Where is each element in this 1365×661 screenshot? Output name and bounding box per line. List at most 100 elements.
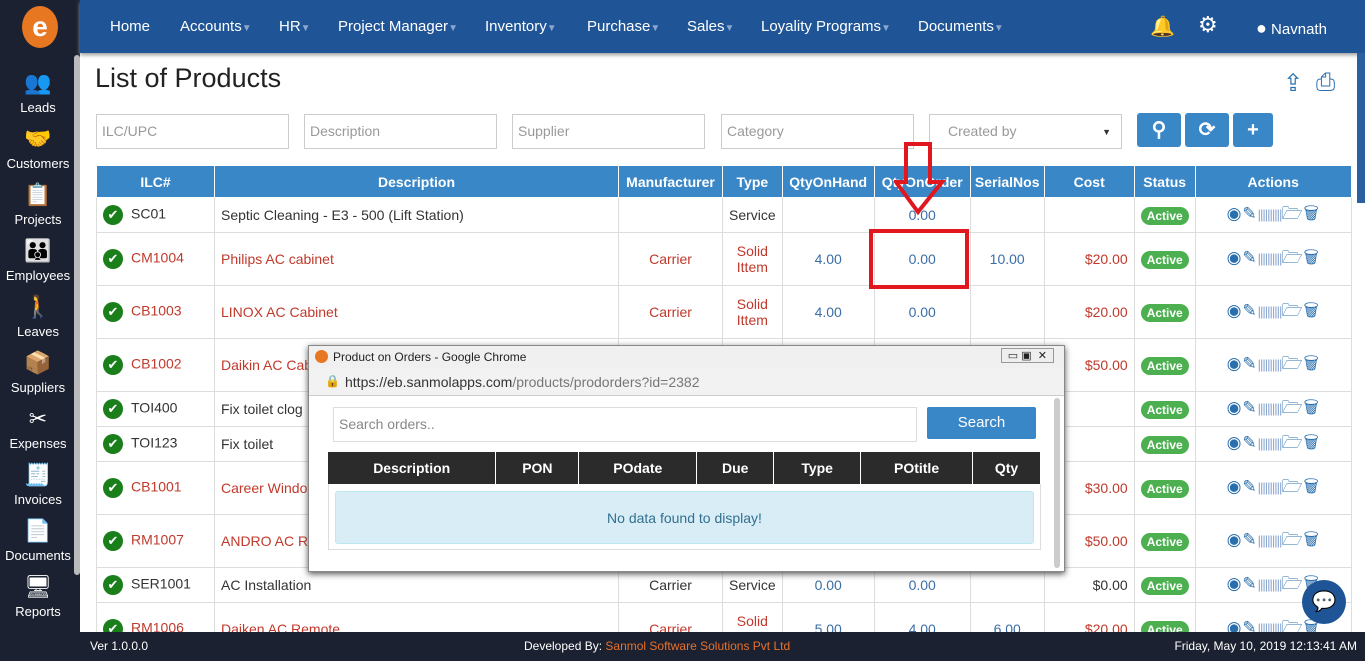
search-button[interactable]: ⚲: [1137, 113, 1181, 147]
table-row[interactable]: ✔ CM1004 Philips AC cabinet Carrier Solid It…: [96, 232, 1352, 286]
view-icon[interactable]: ◉: [1227, 477, 1243, 496]
qty-on-order-cell[interactable]: 4.00: [873, 602, 971, 632]
serial-nos-cell[interactable]: [969, 567, 1045, 603]
view-icon[interactable]: ◉: [1227, 574, 1243, 593]
table-row[interactable]: ✔ RM1006 Daiken AC RemoteCarrierSolid Itte…: [96, 602, 1352, 633]
barcode-print-icon[interactable]: |||||: [1270, 207, 1283, 222]
nav-sales[interactable]: Sales▼: [687, 18, 734, 35]
sidebar-item-employees[interactable]: 👪 Employees: [0, 238, 76, 283]
ilc-cell[interactable]: ✔ SER1001: [96, 567, 215, 603]
orders-column-header[interactable]: PON: [495, 452, 580, 484]
status-badge[interactable]: Active: [1140, 401, 1189, 419]
description-cell[interactable]: Septic Cleaning - E3 - 500 (Lift Station…: [214, 197, 619, 233]
page-scrollbar[interactable]: [1357, 53, 1365, 203]
status-badge[interactable]: Active: [1140, 480, 1189, 498]
barcode-icon[interactable]: |||||: [1258, 357, 1271, 372]
description-cell[interactable]: Philips AC cabinet: [214, 232, 619, 286]
status-badge[interactable]: Active: [1140, 436, 1189, 454]
folder-icon[interactable]: 🗁: [1281, 248, 1303, 267]
chat-button[interactable]: 💬: [1302, 580, 1346, 624]
serial-nos-cell[interactable]: 10.00: [969, 232, 1045, 286]
edit-icon[interactable]: ✎: [1242, 204, 1257, 223]
table-row[interactable]: ✔ SC01 Septic Cleaning - E3 - 500 (Lift St…: [96, 197, 1352, 233]
view-icon[interactable]: ◉: [1227, 354, 1243, 373]
edit-icon[interactable]: ✎: [1242, 477, 1257, 496]
barcode-icon[interactable]: |||||: [1258, 533, 1271, 548]
status-badge[interactable]: Active: [1140, 533, 1189, 551]
edit-icon[interactable]: ✎: [1242, 301, 1257, 320]
refresh-button[interactable]: ⟳: [1185, 113, 1229, 147]
add-button[interactable]: +: [1233, 113, 1273, 147]
orders-column-header[interactable]: Description: [328, 452, 497, 484]
barcode-print-icon[interactable]: |||||: [1270, 251, 1283, 266]
qty-on-order-cell[interactable]: 0.00: [873, 567, 971, 603]
column-header[interactable]: Manufacturer: [618, 165, 723, 198]
nav-hr[interactable]: HR▼: [279, 18, 311, 35]
popup-scrollbar[interactable]: [1054, 398, 1060, 568]
view-icon[interactable]: ◉: [1227, 301, 1243, 320]
status-badge[interactable]: Active: [1140, 621, 1189, 632]
sidebar-item-reports[interactable]: 🖥 Reports: [0, 574, 76, 619]
description-filter-input[interactable]: Description: [304, 114, 497, 149]
trash-icon[interactable]: 🗑: [1304, 301, 1320, 320]
view-icon[interactable]: ◉: [1227, 204, 1243, 223]
sidebar-item-projects[interactable]: 📋 Projects: [0, 182, 76, 227]
ilc-cell[interactable]: ✔ TOI123: [96, 426, 215, 462]
folder-icon[interactable]: 🗁: [1281, 574, 1303, 593]
status-badge[interactable]: Active: [1140, 577, 1189, 595]
view-icon[interactable]: ◉: [1227, 618, 1243, 633]
edit-icon[interactable]: ✎: [1242, 398, 1257, 417]
ilc-cell[interactable]: ✔ RM1007: [96, 514, 215, 568]
column-header[interactable]: Type: [722, 165, 783, 198]
minimize-icon[interactable]: ▭: [1008, 350, 1018, 362]
edit-icon[interactable]: ✎: [1242, 248, 1257, 267]
ilc-cell[interactable]: ✔ CB1003: [96, 285, 215, 339]
barcode-print-icon[interactable]: |||||: [1270, 436, 1283, 451]
barcode-icon[interactable]: |||||: [1258, 207, 1271, 222]
status-badge[interactable]: Active: [1140, 304, 1189, 322]
ilc-filter-input[interactable]: ILC/UPC: [96, 114, 289, 149]
nav-project-manager[interactable]: Project Manager▼: [338, 18, 458, 35]
sidebar-item-customers[interactable]: 🤝 Customers: [0, 126, 76, 171]
barcode-print-icon[interactable]: |||||: [1270, 480, 1283, 495]
sidebar-item-leaves[interactable]: 🚶 Leaves: [0, 294, 76, 339]
ilc-cell[interactable]: ✔ CM1004: [96, 232, 215, 286]
barcode-icon[interactable]: |||||: [1258, 436, 1271, 451]
edit-icon[interactable]: ✎: [1242, 433, 1257, 452]
popup-search-button[interactable]: Search: [927, 407, 1036, 439]
trash-icon[interactable]: 🗑: [1304, 248, 1320, 267]
view-icon[interactable]: ◉: [1227, 248, 1243, 267]
barcode-print-icon[interactable]: |||||: [1270, 401, 1283, 416]
category-filter-input[interactable]: Category: [721, 114, 914, 149]
view-icon[interactable]: ◉: [1227, 398, 1243, 417]
sidebar-item-suppliers[interactable]: 📦 Suppliers: [0, 350, 76, 395]
close-icon[interactable]: ✕: [1038, 350, 1047, 362]
sidebar-item-invoices[interactable]: 🧾 Invoices: [0, 462, 76, 507]
view-icon[interactable]: ◉: [1227, 433, 1243, 452]
barcode-icon[interactable]: |||||: [1258, 304, 1271, 319]
ilc-cell[interactable]: ✔ CB1002: [96, 338, 215, 392]
ilc-cell[interactable]: ✔ SC01: [96, 197, 215, 233]
orders-column-header[interactable]: Type: [773, 452, 862, 484]
barcode-print-icon[interactable]: |||||: [1270, 577, 1283, 592]
column-header[interactable]: SerialNos: [969, 165, 1045, 198]
barcode-icon[interactable]: |||||: [1258, 401, 1271, 416]
status-badge[interactable]: Active: [1140, 357, 1189, 375]
folder-icon[interactable]: 🗁: [1281, 433, 1303, 452]
maximize-icon[interactable]: ▣: [1021, 350, 1031, 362]
app-logo[interactable]: e: [22, 6, 58, 48]
folder-icon[interactable]: 🗁: [1281, 398, 1303, 417]
supplier-filter-input[interactable]: Supplier: [512, 114, 705, 149]
edit-icon[interactable]: ✎: [1242, 618, 1257, 633]
column-header[interactable]: Status: [1133, 165, 1196, 198]
window-controls[interactable]: ▭ ▣ ✕: [1000, 348, 1054, 363]
trash-icon[interactable]: 🗑: [1304, 354, 1320, 373]
qty-on-order-cell[interactable]: 0.00: [873, 285, 971, 339]
description-cell[interactable]: AC Installation: [214, 567, 619, 603]
edit-icon[interactable]: ✎: [1242, 354, 1257, 373]
barcode-icon[interactable]: |||||: [1258, 621, 1271, 633]
trash-icon[interactable]: 🗑: [1304, 477, 1320, 496]
table-row[interactable]: ✔ CB1003 LINOX AC Cabinet Carrier Solid Itte…: [96, 285, 1352, 339]
view-icon[interactable]: ◉: [1227, 530, 1243, 549]
column-header[interactable]: QtyOnHand: [781, 165, 875, 198]
